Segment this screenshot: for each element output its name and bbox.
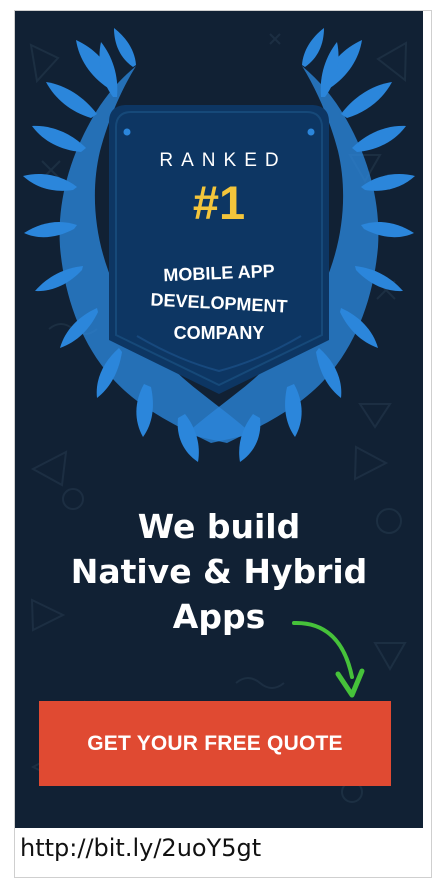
headline-line: Native & Hybrid [70, 552, 368, 591]
get-free-quote-button[interactable]: GET YOUR FREE QUOTE [39, 701, 391, 786]
curved-arrow-down-icon [292, 620, 365, 698]
rank-number: #1 [192, 176, 246, 229]
ad-url-link[interactable]: http://bit.ly/2uoY5gt [20, 833, 261, 863]
headline-line: We build [137, 507, 301, 546]
ranked-badge-art [23, 28, 415, 462]
ranked-label: RANKED [159, 150, 287, 171]
mobile-app-ad-banner[interactable]: RANKED #1 MOBILE APP DEVELOPMENT COMPANY… [15, 11, 423, 828]
shield-badge-icon [109, 105, 329, 394]
badge-line-company: COMPANY [173, 323, 265, 343]
